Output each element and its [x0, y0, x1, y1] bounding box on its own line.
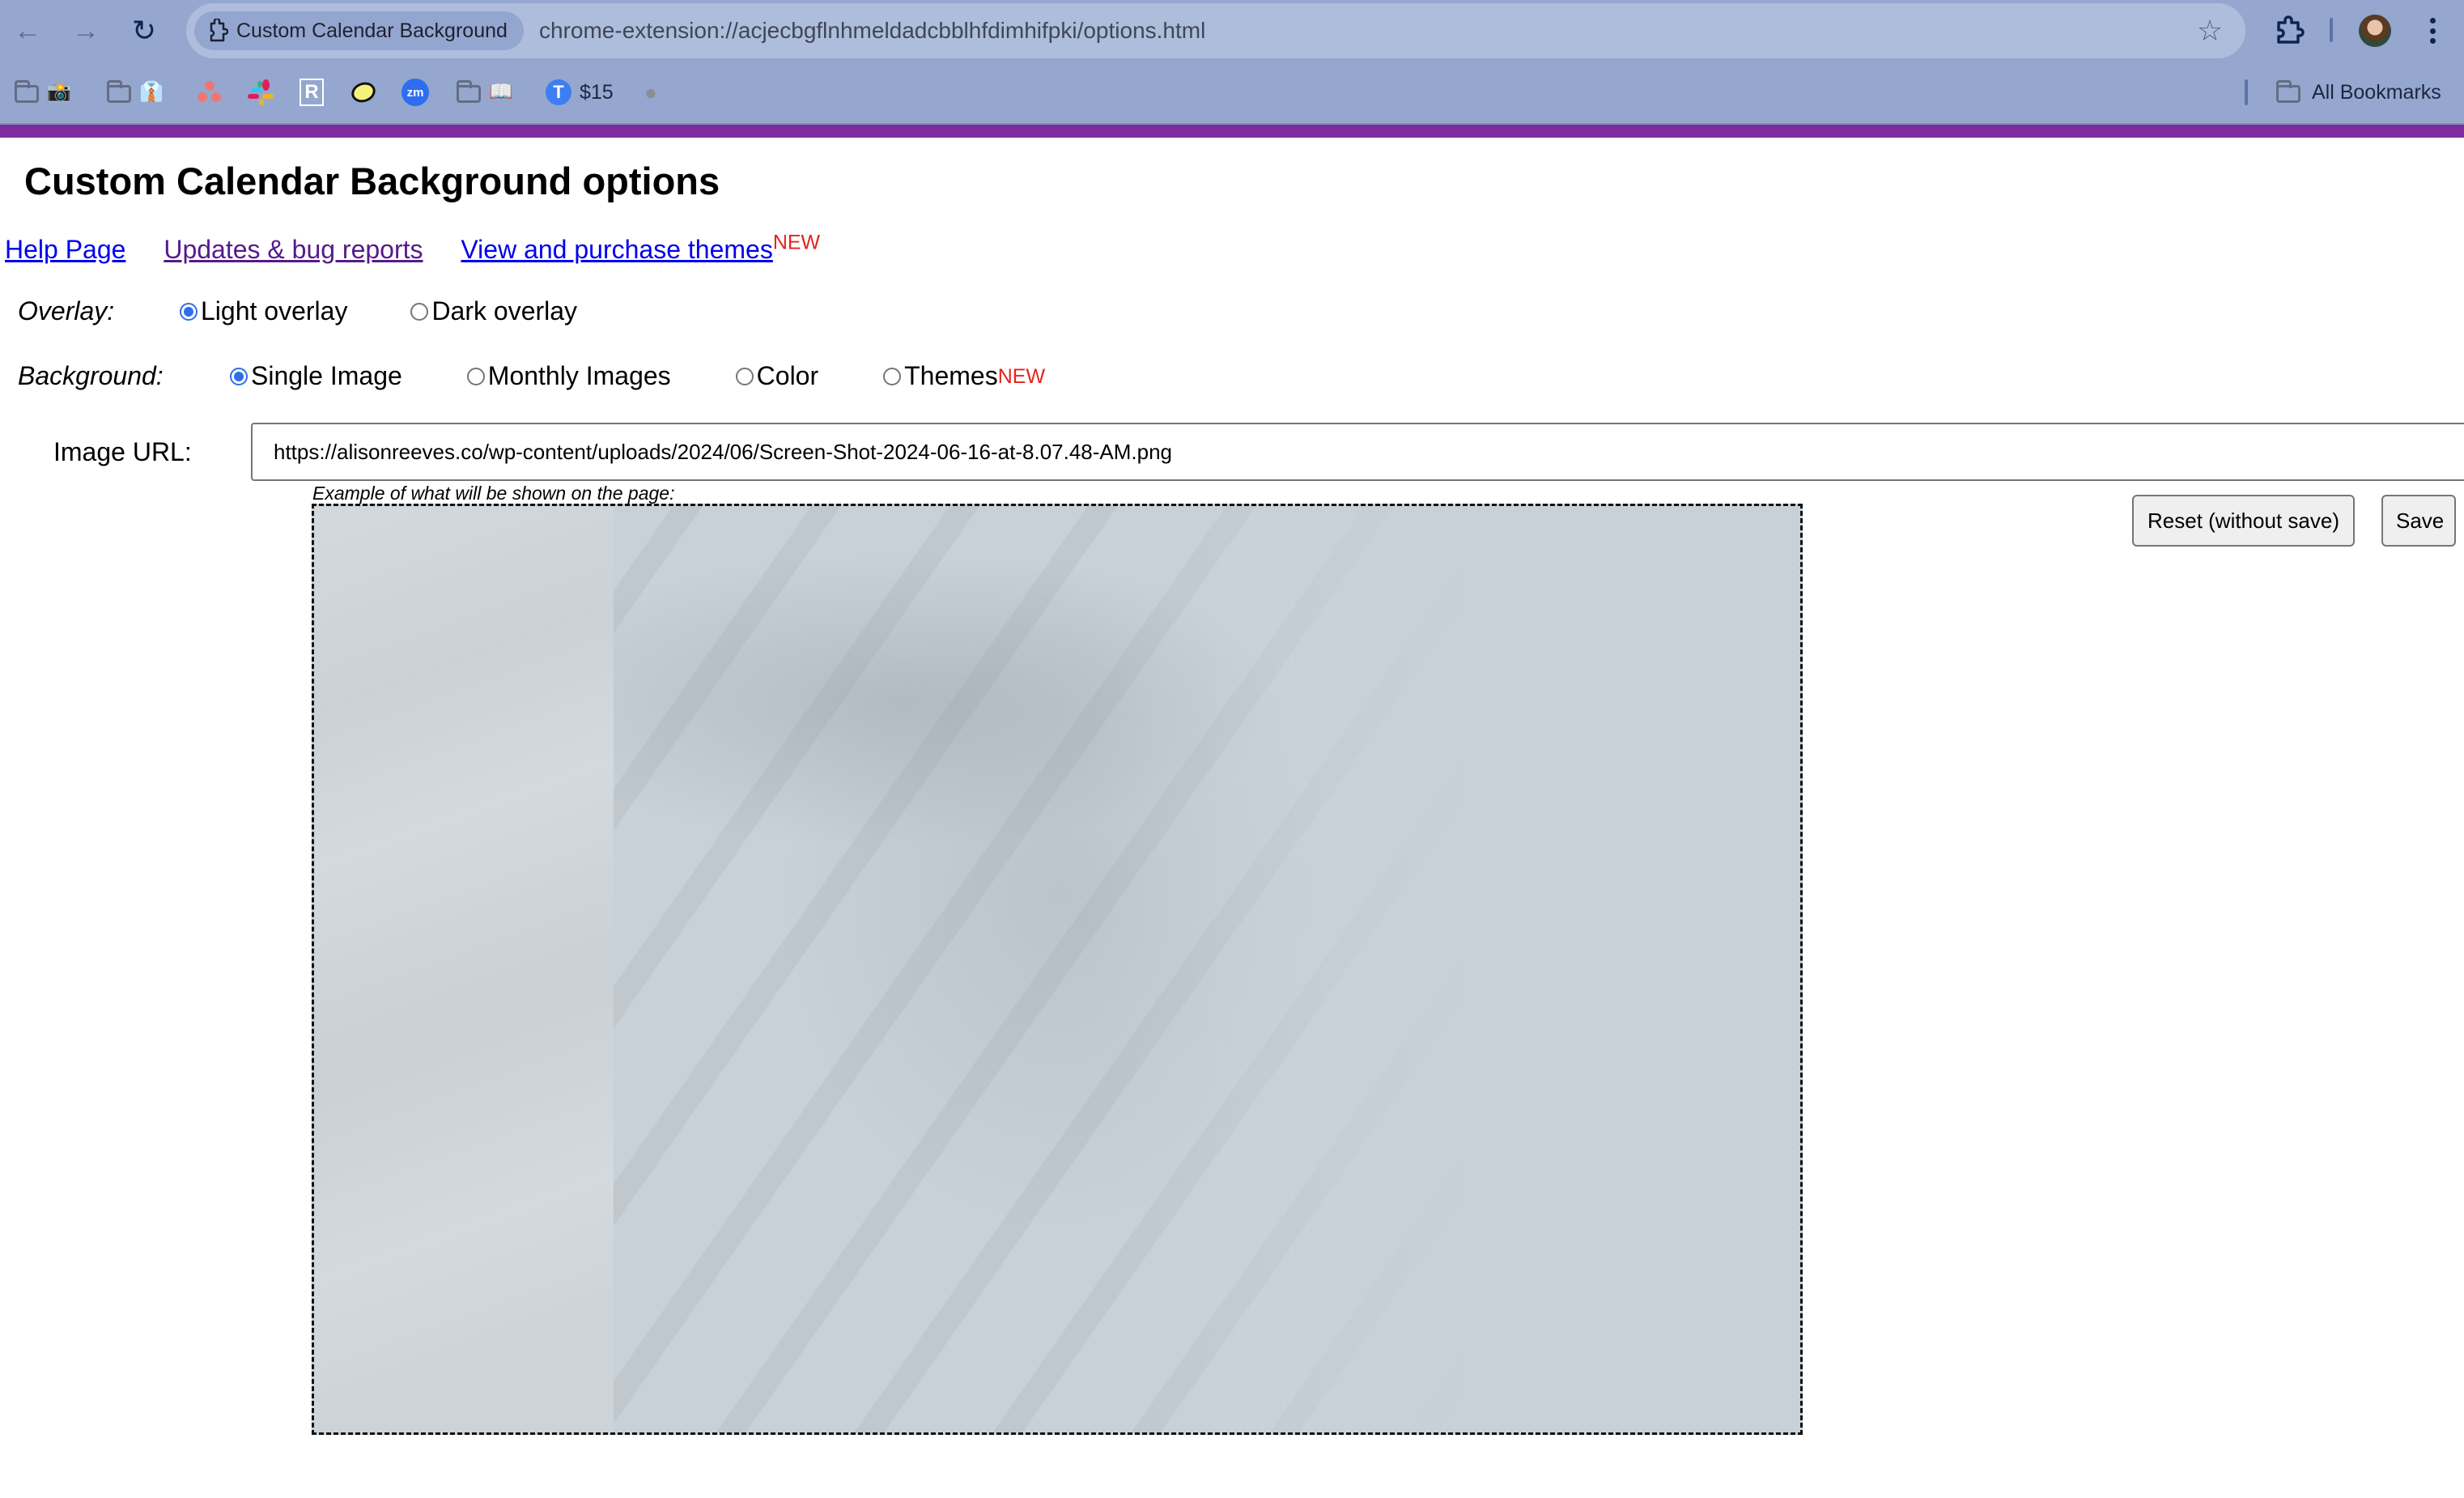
bookmarks-bar: 📸 👔 R zm 📖 T $15 ● All Bookmarks	[0, 62, 2464, 125]
new-badge: NEW	[772, 231, 821, 254]
radio-label: Monthly Images	[487, 361, 671, 390]
folder-icon	[15, 80, 39, 103]
updates-bug-reports-link[interactable]: Updates & bug reports	[164, 235, 423, 264]
address-bar[interactable]: Custom Calendar Background chrome-extens…	[186, 3, 2245, 58]
extensions-button[interactable]	[2271, 11, 2309, 50]
all-bookmarks-button[interactable]: All Bookmarks	[2276, 76, 2441, 109]
r-logo-icon: R	[300, 79, 324, 106]
address-url[interactable]: chrome-extension://acjecbgflnhmeldadcbbl…	[539, 3, 1205, 58]
t-logo-icon: T	[546, 79, 571, 105]
folder-icon	[457, 80, 481, 103]
bookmark-r-site[interactable]: R	[300, 76, 324, 109]
menu-dot-icon	[2429, 38, 2436, 44]
monthly-images-radio[interactable]: Monthly Images	[466, 361, 671, 391]
reload-icon: ↻	[131, 14, 157, 47]
view-purchase-themes-link[interactable]: View and purchase themes	[461, 235, 772, 264]
bookmarks-separator	[2245, 79, 2248, 105]
back-arrow-icon: ←	[14, 15, 41, 46]
preview-fade	[614, 506, 1800, 1432]
bookmark-apple[interactable]: ●	[644, 76, 657, 109]
radio-unchecked[interactable]	[410, 302, 429, 321]
radio-label: Color	[756, 361, 819, 390]
bookmark-zoom[interactable]: zm	[401, 76, 429, 109]
radio-label: Single Image	[251, 361, 402, 390]
radio-unchecked[interactable]	[883, 367, 902, 385]
page-title: Custom Calendar Background options	[24, 160, 720, 202]
radio-checked[interactable]	[230, 367, 248, 385]
radio-label: Light overlay	[201, 296, 348, 326]
bookmark-star-button[interactable]: ☆	[2192, 13, 2228, 49]
menu-dot-icon	[2429, 18, 2436, 23]
themes-radio[interactable]: Themes NEW	[883, 361, 1045, 391]
toolbar-separator	[2330, 18, 2333, 42]
extension-puzzle-icon	[210, 19, 228, 42]
radio-unchecked[interactable]	[466, 367, 485, 385]
radio-label: Themes	[904, 361, 998, 390]
puzzle-icon	[2277, 15, 2305, 44]
necktie-shirt-icon: 👔	[139, 81, 164, 103]
accent-bar	[0, 125, 2464, 138]
forward-button[interactable]: →	[66, 11, 105, 50]
save-button[interactable]: Save	[2381, 495, 2456, 547]
preview-caption: Example of what will be shown on the pag…	[312, 483, 675, 504]
background-preview	[312, 504, 1803, 1435]
dark-overlay-radio[interactable]: Dark overlay	[410, 296, 577, 326]
browser-toolbar: ← → ↻ Custom Calendar Background chrome-…	[0, 0, 2464, 62]
radio-label: Dark overlay	[431, 296, 578, 326]
bookmark-asana[interactable]	[198, 76, 222, 109]
light-overlay-radio[interactable]: Light overlay	[180, 296, 347, 326]
site-info-chip[interactable]: Custom Calendar Background	[194, 11, 524, 50]
header-links: Help Page Updates & bug reports View and…	[5, 232, 820, 265]
bookmark-t-site[interactable]: T $15	[546, 76, 614, 109]
menu-dot-icon	[2429, 28, 2436, 34]
open-book-icon: 📖	[489, 81, 513, 103]
browser-menu-button[interactable]	[2420, 15, 2445, 47]
camera-flash-icon: 📸	[47, 81, 71, 103]
reset-button[interactable]: Reset (without save)	[2132, 495, 2355, 547]
single-image-radio[interactable]: Single Image	[230, 361, 402, 391]
bookmark-slack[interactable]	[248, 76, 274, 109]
apple-icon: ●	[644, 79, 657, 104]
asana-icon	[198, 81, 222, 104]
bookmark-folder-reading[interactable]: 📖	[457, 76, 513, 109]
site-chip-label: Custom Calendar Background	[236, 19, 508, 42]
bookmark-folder-camera[interactable]: 📸	[15, 76, 71, 109]
folder-icon	[2276, 80, 2300, 103]
preview-left-strip	[314, 506, 614, 1432]
bookmark-folder-work[interactable]: 👔	[107, 76, 164, 109]
reload-button[interactable]: ↻	[125, 11, 164, 50]
background-row: Background: Single Image Monthly Images …	[18, 361, 1045, 391]
star-icon: ☆	[2196, 14, 2224, 47]
lemon-icon	[348, 79, 379, 106]
overlay-label: Overlay:	[18, 296, 115, 326]
bookmark-label: $15	[580, 80, 614, 104]
help-page-link[interactable]: Help Page	[5, 235, 125, 264]
bookmark-lemon[interactable]	[348, 76, 379, 109]
overlay-row: Overlay: Light overlay Dark overlay	[18, 296, 577, 326]
zoom-icon: zm	[401, 79, 429, 106]
forward-arrow-icon: →	[72, 15, 100, 46]
radio-checked[interactable]	[180, 302, 198, 321]
slack-icon	[248, 79, 274, 105]
background-label: Background:	[18, 361, 164, 390]
folder-icon	[107, 80, 131, 103]
radio-unchecked[interactable]	[735, 367, 754, 385]
profile-avatar[interactable]	[2359, 15, 2391, 47]
image-url-label: Image URL:	[53, 437, 192, 466]
back-button[interactable]: ←	[8, 11, 47, 50]
image-url-input[interactable]	[251, 423, 2464, 481]
color-radio[interactable]: Color	[735, 361, 819, 391]
all-bookmarks-label: All Bookmarks	[2312, 80, 2441, 104]
